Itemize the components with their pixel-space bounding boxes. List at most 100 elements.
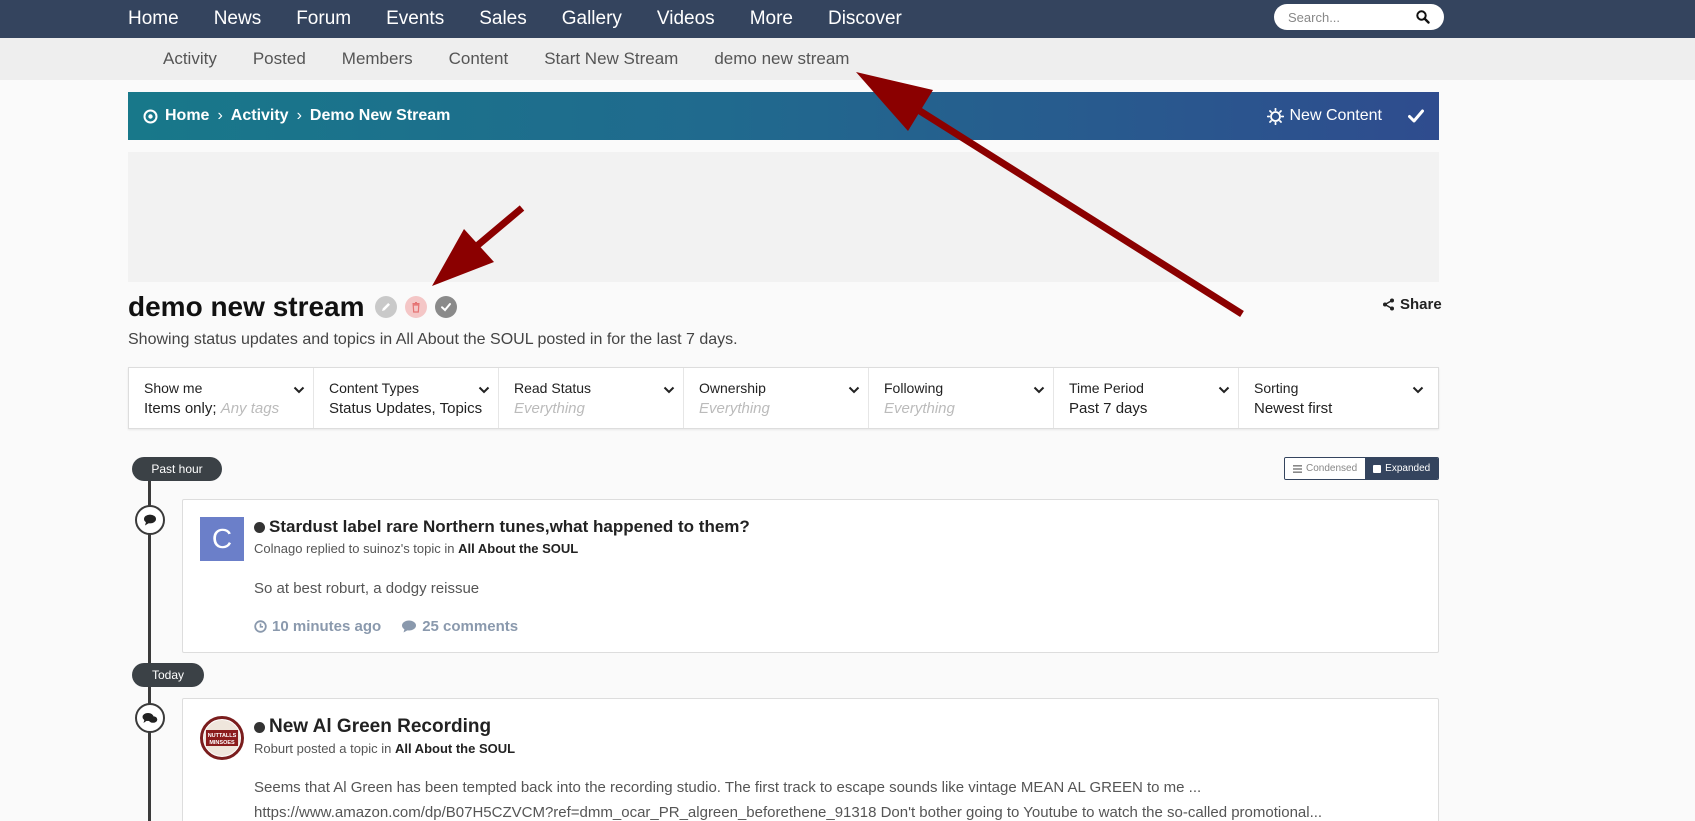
search-input[interactable]	[1288, 8, 1408, 26]
filter-sorting[interactable]: Sorting Newest first	[1239, 368, 1438, 428]
sub-navigation: Activity Posted Members Content Start Ne…	[0, 38, 1695, 80]
avatar[interactable]: NUTTALLS MINSOES	[200, 716, 244, 760]
unread-dot-icon	[254, 721, 265, 733]
search-icon[interactable]	[1416, 10, 1430, 29]
post-snippet: So at best roburt, a dodgy reissue	[254, 580, 480, 597]
sun-icon	[1266, 107, 1284, 125]
avatar[interactable]: C	[200, 517, 244, 561]
activity-card: NUTTALLS MINSOES New Al Green Recording …	[182, 698, 1439, 821]
timeline-pill-today: Today	[132, 663, 204, 687]
mark-read-check-icon[interactable]	[1408, 109, 1424, 123]
filter-read-status[interactable]: Read Status Everything	[499, 368, 684, 428]
page-title: demo new stream	[128, 291, 365, 322]
filter-value: Past 7 days	[1069, 400, 1148, 417]
activity-card: C Stardust label rare Northern tunes,wha…	[182, 499, 1439, 653]
chevron-down-icon	[1218, 382, 1230, 400]
filter-ownership[interactable]: Ownership Everything	[684, 368, 869, 428]
post-time[interactable]: 10 minutes ago	[254, 618, 381, 635]
filter-content-types[interactable]: Content Types Status Updates, Topics	[314, 368, 499, 428]
breadcrumb-bar: Home › Activity › Demo New Stream New Co…	[128, 92, 1439, 140]
forum-link[interactable]: All About the SOUL	[395, 741, 515, 756]
post-comments[interactable]: 25 comments	[401, 618, 518, 635]
filter-label: Read Status	[514, 380, 592, 396]
share-icon	[1383, 298, 1394, 311]
post-stats: 10 minutes ago 25 comments	[254, 618, 538, 635]
filter-value: Status Updates, Topics	[329, 400, 483, 417]
stream-title-row: demo new stream	[128, 291, 457, 323]
check-icon[interactable]	[434, 296, 457, 318]
share-button[interactable]: Share	[1382, 296, 1442, 313]
filter-value: Everything	[884, 400, 955, 417]
filter-label: Content Types	[329, 380, 420, 396]
timeline-pill-past-hour: Past hour	[132, 457, 222, 481]
chevron-down-icon	[848, 382, 860, 400]
share-label: Share	[1400, 296, 1442, 313]
new-content-label: New Content	[1289, 107, 1383, 124]
filter-value: Everything	[699, 400, 770, 417]
comment-icon	[135, 505, 165, 535]
post-meta: Roburt posted a topic in All About the S…	[254, 741, 516, 756]
filter-value: Items only; Any tags	[144, 400, 280, 417]
breadcrumb-home[interactable]: Home	[165, 107, 209, 125]
subnav-demo-new-stream[interactable]: demo new stream	[714, 49, 849, 69]
chevron-down-icon	[478, 382, 490, 400]
comments-icon	[135, 703, 165, 733]
edit-pencil-icon[interactable]	[374, 296, 397, 318]
breadcrumb-activity[interactable]: Activity	[231, 107, 289, 125]
search-box	[1274, 4, 1444, 30]
comment-icon	[402, 620, 417, 633]
delete-trash-icon[interactable]	[404, 296, 427, 318]
filter-label: Sorting	[1254, 380, 1299, 396]
chevron-down-icon	[1033, 382, 1045, 400]
nav-more[interactable]: More	[750, 8, 793, 30]
post-meta: Colnago replied to suinoz's topic in All…	[254, 541, 579, 556]
filter-label: Ownership	[699, 380, 766, 396]
home-icon	[143, 109, 158, 124]
filter-label: Following	[884, 380, 944, 396]
svg-text:MINSOES: MINSOES	[209, 740, 235, 746]
chevron-down-icon	[663, 382, 675, 400]
filter-label: Time Period	[1069, 380, 1144, 396]
square-icon	[1373, 464, 1382, 473]
post-snippet: Seems that Al Green has been tempted bac…	[254, 779, 1323, 821]
chevron-down-icon	[293, 382, 305, 400]
filter-show-me[interactable]: Show me Items only; Any tags	[129, 368, 314, 428]
unread-dot-icon	[254, 521, 265, 533]
nav-home[interactable]: Home	[128, 8, 179, 30]
nav-gallery[interactable]: Gallery	[562, 8, 622, 30]
subnav-members[interactable]: Members	[342, 49, 413, 69]
clock-icon	[254, 620, 267, 633]
view-mode-toggle: Condensed Expanded	[1284, 457, 1440, 480]
nav-news[interactable]: News	[214, 8, 262, 30]
filter-value: Everything	[514, 400, 585, 417]
forum-link[interactable]: All About the SOUL	[458, 541, 578, 556]
new-content-button[interactable]: New Content	[1266, 107, 1383, 125]
nav-events[interactable]: Events	[386, 8, 444, 30]
ad-placeholder	[128, 152, 1439, 282]
breadcrumb: Home › Activity › Demo New Stream	[143, 92, 450, 140]
nav-sales[interactable]: Sales	[479, 8, 527, 30]
nav-discover[interactable]: Discover	[828, 8, 902, 30]
nav-videos[interactable]: Videos	[657, 8, 715, 30]
stream-filter-bar: Show me Items only; Any tags Content Typ…	[128, 367, 1439, 429]
breadcrumb-current: Demo New Stream	[309, 107, 451, 124]
post-title-link[interactable]: Stardust label rare Northern tunes,what …	[254, 517, 750, 537]
nav-forum[interactable]: Forum	[296, 8, 351, 30]
subnav-posted[interactable]: Posted	[253, 49, 306, 69]
subnav-content[interactable]: Content	[449, 49, 509, 69]
svg-text:NUTTALLS: NUTTALLS	[208, 733, 237, 739]
post-title-link[interactable]: New Al Green Recording	[254, 716, 491, 738]
top-navigation: Home News Forum Events Sales Gallery Vid…	[0, 0, 1695, 38]
chevron-down-icon	[1412, 382, 1424, 400]
filter-value: Newest first	[1254, 400, 1333, 417]
breadcrumb-separator: ›	[296, 107, 302, 124]
view-expanded-button[interactable]: Expanded	[1365, 458, 1439, 479]
stream-description: Showing status updates and topics in All…	[128, 331, 738, 348]
subnav-start-new-stream[interactable]: Start New Stream	[544, 49, 678, 69]
view-condensed-button[interactable]: Condensed	[1285, 458, 1366, 479]
filter-time-period[interactable]: Time Period Past 7 days	[1054, 368, 1239, 428]
subnav-activity[interactable]: Activity	[163, 49, 217, 69]
list-icon	[1293, 464, 1302, 473]
filter-label: Show me	[144, 380, 203, 396]
filter-following[interactable]: Following Everything	[869, 368, 1054, 428]
